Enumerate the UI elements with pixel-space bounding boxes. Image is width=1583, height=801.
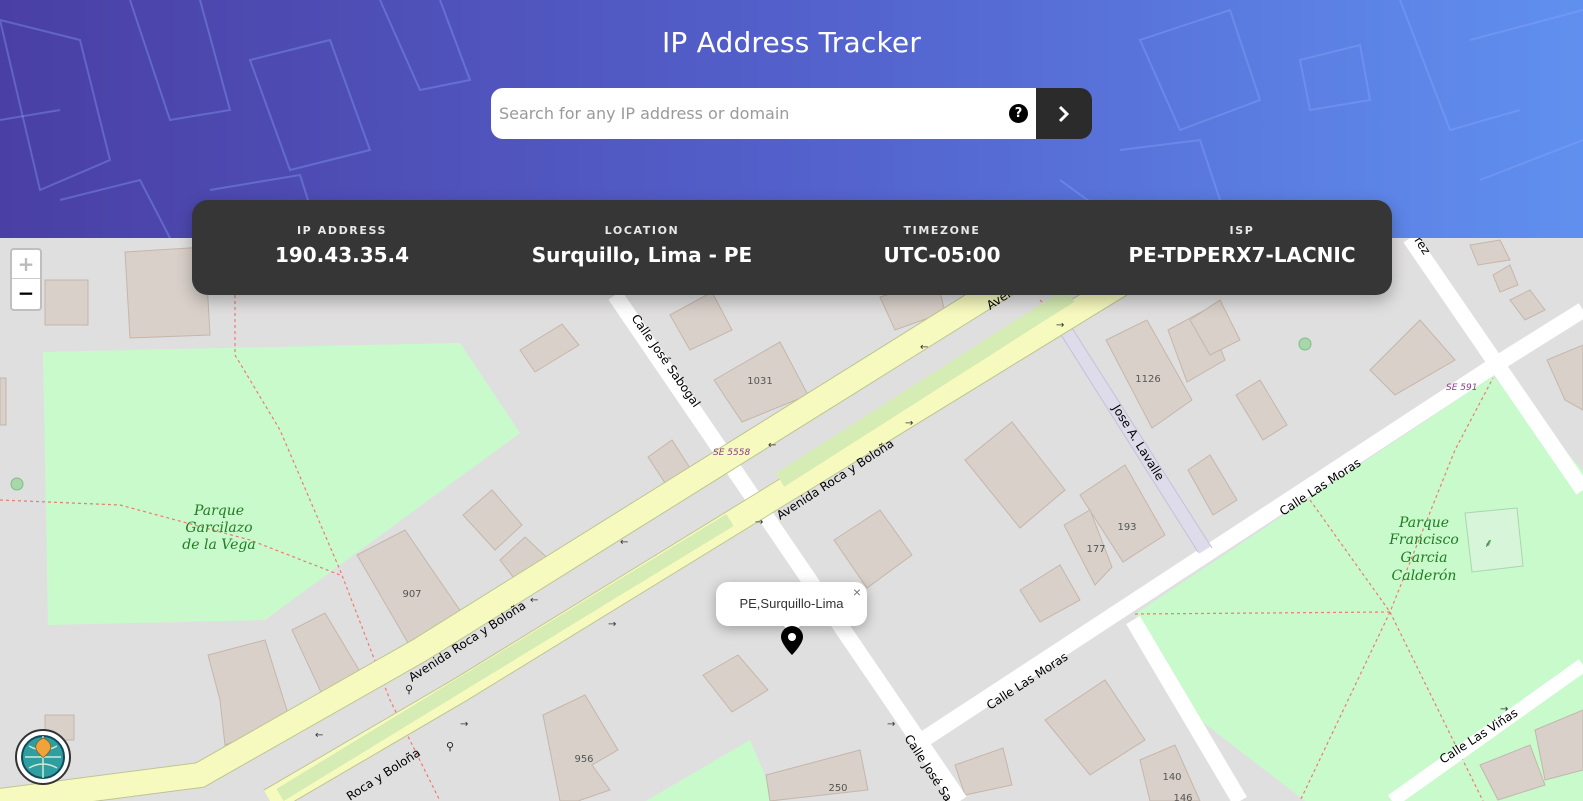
svg-text:←: ← — [530, 595, 538, 606]
house-number: 140 — [1162, 772, 1181, 783]
zoom-control: + − — [10, 248, 42, 311]
park-label-2-line4: Calderón — [1392, 568, 1457, 584]
playground-icon: ⸙ — [1484, 536, 1493, 550]
svg-text:←: ← — [315, 730, 323, 741]
svg-text:→: → — [460, 719, 468, 730]
location-popup: PE,Surquillo-Lima × — [716, 582, 867, 634]
timezone-value: UTC-05:00 — [883, 243, 1001, 267]
popup-location-text: PE,Surquillo-Lima — [739, 596, 844, 611]
house-number: 1031 — [747, 376, 772, 387]
page-title: IP Address Tracker — [661, 26, 922, 59]
globe-logo-icon[interactable] — [15, 729, 71, 785]
park-label-2-line3: Garcia — [1401, 550, 1448, 566]
location-value: Surquillo, Lima - PE — [531, 243, 753, 267]
search-submit-button[interactable] — [1036, 88, 1092, 139]
house-number: 146 — [1173, 793, 1192, 801]
house-number: 193 — [1117, 522, 1136, 533]
timezone-label: TIMEZONE — [903, 224, 981, 237]
park-garcilazo — [43, 343, 520, 625]
svg-text:→: → — [887, 719, 895, 730]
house-number: 177 — [1086, 544, 1105, 555]
svg-text:→: → — [1056, 320, 1064, 331]
location-label: LOCATION — [604, 224, 680, 237]
ip-address-value: 190.43.35.4 — [274, 243, 410, 267]
chevron-right-icon — [1058, 105, 1070, 122]
svg-text:←: ← — [768, 440, 776, 451]
road-ref-se591: SE 591 — [1446, 383, 1477, 393]
house-number: 956 — [574, 754, 593, 765]
zoom-out-button[interactable]: − — [12, 279, 40, 308]
park-label-1-line2: Garcilazo — [185, 520, 252, 536]
park-feature — [1464, 507, 1524, 573]
search-input[interactable] — [491, 88, 1036, 139]
help-icon[interactable]: ? — [1009, 104, 1028, 123]
house-number: 250 — [828, 783, 847, 794]
bus-stop-icon: ⚲ — [446, 740, 454, 753]
park-label-1-line3: de la Vega — [182, 537, 255, 553]
svg-text:←: ← — [620, 537, 628, 548]
ip-address-label: IP ADDRESS — [296, 224, 388, 237]
isp-block: ISP PE-TDPERX7-LACNIC — [1092, 200, 1392, 295]
timezone-block: TIMEZONE UTC-05:00 — [792, 200, 1092, 295]
house-number: 907 — [402, 589, 421, 600]
svg-text:←: ← — [920, 342, 928, 353]
zoom-in-button[interactable]: + — [12, 250, 40, 279]
ip-address-block: IP ADDRESS 190.43.35.4 — [192, 200, 492, 295]
ip-info-card: IP ADDRESS 190.43.35.4 LOCATION Surquill… — [192, 200, 1392, 295]
popup-close-button[interactable]: × — [853, 584, 861, 600]
road-ref-se5558: SE 5558 — [713, 448, 750, 458]
park-label-2-line2: Francisco — [1388, 532, 1459, 548]
park-label-2-line1: Parque — [1398, 515, 1449, 531]
house-number: 1126 — [1135, 374, 1160, 385]
svg-text:→: → — [755, 517, 763, 528]
map-tiles: ← ← ← ← ← → → → → → → → Calle José Sabog… — [0, 238, 1583, 801]
isp-label: ISP — [1229, 224, 1255, 237]
location-marker-icon[interactable] — [779, 626, 805, 660]
road-label-moras-2: Calle Las Moras — [984, 650, 1070, 713]
park-bottom — [646, 740, 776, 801]
bus-stop-icon: ⚲ — [405, 683, 413, 696]
search-bar: ? — [491, 88, 1092, 139]
isp-value: PE-TDPERX7-LACNIC — [1128, 243, 1356, 267]
map-view[interactable]: ← ← ← ← ← → → → → → → → Calle José Sabog… — [0, 238, 1583, 801]
svg-text:→: → — [608, 619, 616, 630]
location-block: LOCATION Surquillo, Lima - PE — [492, 200, 792, 295]
svg-text:→: → — [905, 418, 913, 429]
park-label-1-line1: Parque — [193, 503, 244, 519]
